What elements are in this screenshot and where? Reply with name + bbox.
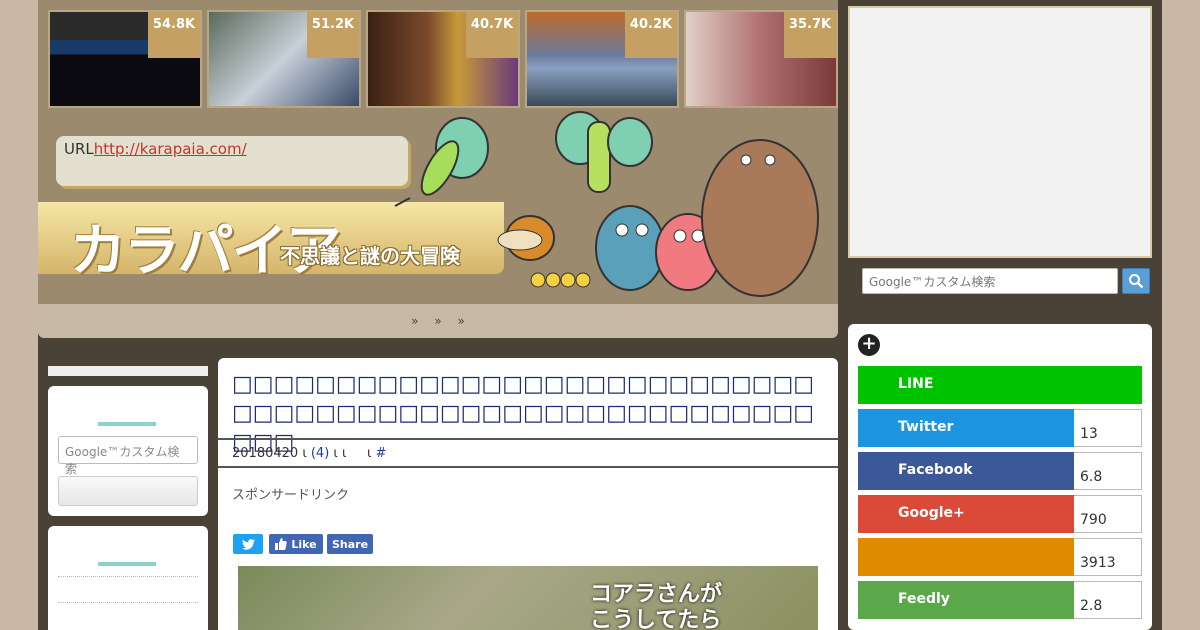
article-image: コアラさんが こうしてたら	[238, 566, 818, 630]
plus-icon[interactable]: +	[858, 334, 880, 356]
mascot-illustration	[394, 111, 819, 297]
sidebar-search-input[interactable]: Google™カスタム検索	[58, 436, 198, 476]
thumbnail[interactable]: 40.2K	[525, 10, 679, 108]
like-label: Like	[291, 537, 317, 551]
sponsored-link-label: スポンサードリンク	[232, 488, 350, 503]
nav-bar: » » »	[38, 304, 838, 338]
comment-count-link[interactable]: (4)	[311, 446, 329, 461]
view-count: 51.2K	[307, 12, 359, 58]
thumbnail[interactable]: 35.7K	[684, 10, 838, 108]
sidebar-search-button[interactable]	[58, 476, 198, 506]
sidebar-search-widget: Google™カスタム検索	[48, 386, 208, 516]
nav-item[interactable]: »	[458, 314, 465, 328]
twitter-icon	[241, 538, 255, 550]
googleplus-share-button[interactable]: Google+ 790	[858, 495, 1142, 533]
meta-separator: ι ι	[333, 446, 347, 461]
thumbnail[interactable]: 51.2K	[207, 10, 361, 108]
meta-separator: ι	[367, 446, 372, 461]
url-label: URL	[64, 140, 94, 158]
butterfly-mascot-icon	[394, 117, 489, 207]
blue-bird-icon	[595, 205, 665, 291]
divider	[58, 602, 198, 603]
line-share-button[interactable]: LINE	[858, 366, 1142, 404]
nav-item[interactable]: »	[411, 314, 418, 328]
site-url-link[interactable]: http://karapaia.com/	[94, 140, 247, 158]
facebook-like-button[interactable]: Like	[269, 534, 323, 554]
brown-creature-icon	[497, 215, 555, 261]
share-label: LINE	[858, 366, 1142, 404]
share-count: 790	[1074, 495, 1142, 533]
nav-item[interactable]: »	[434, 314, 441, 328]
facebook-share-button[interactable]: Facebook 6.8	[858, 452, 1142, 490]
share-count: 6.8	[1074, 452, 1142, 490]
popular-thumbnails: 54.8K 51.2K 40.7K 40.2K 35.7K	[48, 10, 838, 108]
thumbnail[interactable]: 54.8K	[48, 10, 202, 108]
share-label: Share	[331, 537, 369, 551]
share-count: 13	[1074, 409, 1142, 447]
share-count: 3913	[1074, 538, 1142, 576]
thumbnail[interactable]: 40.7K	[366, 10, 520, 108]
chicks-icon	[530, 272, 591, 288]
share-panel: + LINE Twitter 13 Facebook 6.8 Google+ 790 …	[848, 324, 1152, 630]
view-count: 40.2K	[625, 12, 677, 58]
view-count: 35.7K	[784, 12, 836, 58]
meta-separator: ι	[302, 446, 307, 461]
category-link[interactable]: #	[376, 446, 387, 461]
sidebar-widget	[48, 526, 208, 630]
url-box: URLhttp://karapaia.com/	[56, 136, 408, 186]
search-input[interactable]: Google™カスタム検索	[862, 268, 1118, 294]
widget-title-bar	[98, 562, 156, 566]
share-label: Google+	[858, 495, 1074, 533]
share-label	[858, 538, 1074, 576]
search-button[interactable]	[1122, 268, 1150, 294]
share-count: 2.8	[1074, 581, 1142, 619]
article-date: 20180420	[232, 446, 299, 461]
twitter-share-button[interactable]: Twitter 13	[858, 409, 1142, 447]
view-count: 54.8K	[148, 12, 200, 58]
facebook-share-button[interactable]: Share	[327, 534, 373, 554]
ad-slot	[848, 6, 1152, 258]
thumbs-up-icon	[275, 538, 288, 550]
share-label: Twitter	[858, 409, 1074, 447]
feedly-share-button[interactable]: Feedly 2.8	[858, 581, 1142, 619]
search-icon	[1129, 274, 1144, 289]
brown-blob-icon	[701, 139, 819, 297]
tweet-button[interactable]	[233, 534, 263, 554]
divider	[58, 576, 198, 577]
share-label: Feedly	[858, 581, 1074, 619]
hatena-share-button[interactable]: 3913	[858, 538, 1142, 576]
article: □□□□□□□□□□□□□□□□□□□□□□□□□□□□□□□□□□□□□□□□…	[218, 358, 838, 630]
view-count: 40.7K	[466, 12, 518, 58]
image-caption: コアラさんが こうしてたら	[589, 582, 722, 630]
article-meta: 20180420 ι (4) ι ι ι #	[218, 438, 838, 468]
widget-title-bar	[98, 422, 156, 426]
butterfly-mascot-2-icon	[555, 111, 653, 193]
sidebar-header-bar	[48, 366, 208, 376]
share-label: Facebook	[858, 452, 1074, 490]
